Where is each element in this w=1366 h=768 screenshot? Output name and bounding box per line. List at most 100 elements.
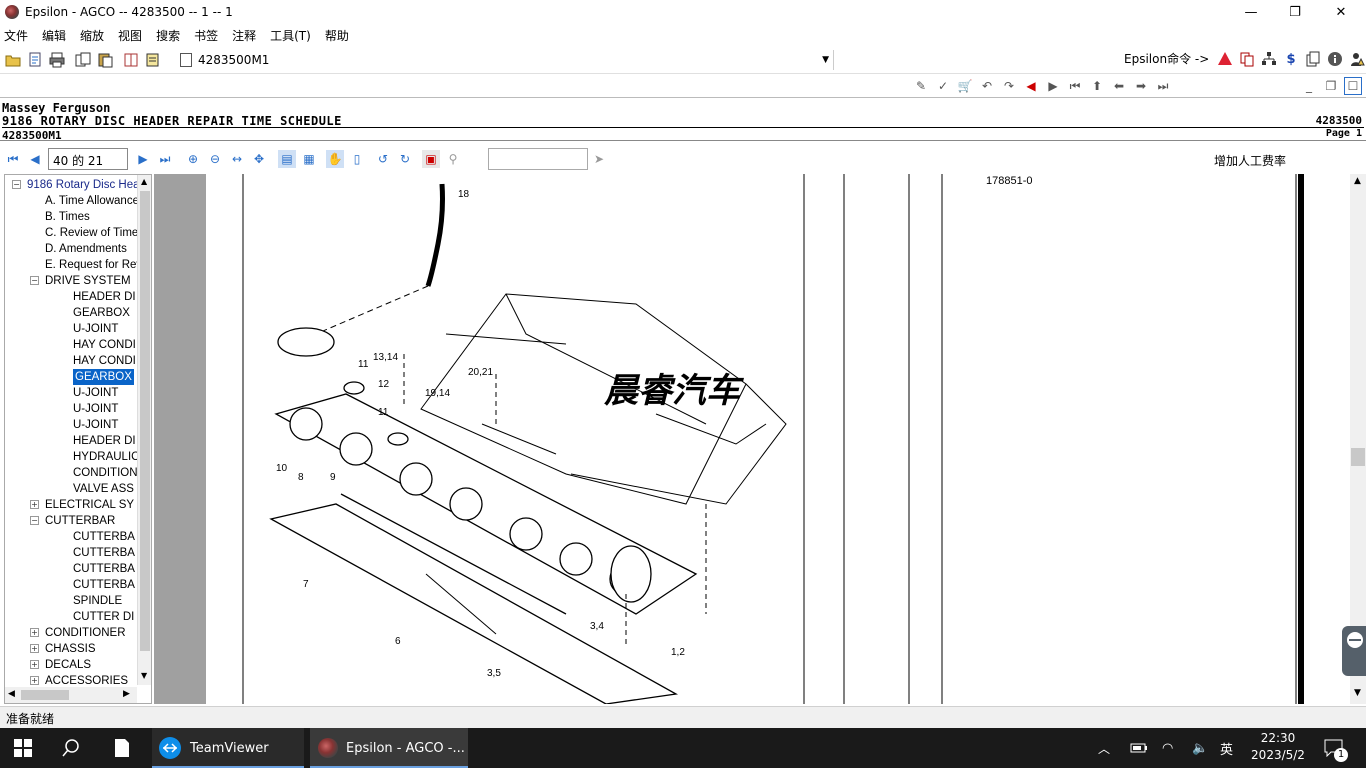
notes-icon[interactable] — [144, 51, 162, 69]
tree-item[interactable]: GEARBOX — [73, 305, 130, 321]
forward-history-icon[interactable]: ↷ — [1000, 77, 1018, 95]
pages-icon[interactable] — [1238, 50, 1256, 68]
tree-item[interactable]: CUTTERBAR — [45, 513, 115, 529]
tree-vscroll-thumb[interactable] — [140, 191, 150, 651]
menu-tools[interactable]: 工具(T) — [270, 27, 311, 44]
volume-icon[interactable]: 🔈 — [1192, 728, 1208, 768]
menu-annotations[interactable]: 注释 — [232, 27, 256, 44]
next-icon[interactable]: ▶ — [1044, 77, 1062, 95]
tree-item[interactable]: CUTTERBA — [73, 529, 135, 545]
viewer-vscroll-thumb[interactable] — [1351, 448, 1365, 466]
check-icon[interactable]: ✓ — [934, 77, 952, 95]
thumbnails-icon[interactable]: ▦ — [300, 150, 318, 168]
menu-view[interactable]: 视图 — [118, 27, 142, 44]
tree-item[interactable]: CUTTERBA — [73, 561, 135, 577]
back-history-icon[interactable]: ↶ — [978, 77, 996, 95]
user-warning-icon[interactable] — [1348, 50, 1366, 68]
search-input[interactable] — [488, 148, 588, 170]
tree-hscroll-thumb[interactable] — [21, 690, 69, 700]
tree-horizontal-scrollbar[interactable]: ◀ ▶ — [5, 687, 137, 703]
menu-zoom[interactable]: 缩放 — [80, 27, 104, 44]
scroll-left-icon[interactable]: ◀ — [8, 689, 15, 699]
tree-item[interactable]: C. Review of Time — [45, 225, 138, 241]
system-clock[interactable]: 22:30 2023/5/2 — [1246, 730, 1310, 764]
paste-icon[interactable] — [96, 51, 114, 69]
tree-expander-28[interactable]: + — [30, 628, 39, 637]
first-icon[interactable]: ⏮ — [1066, 77, 1084, 95]
tree-item[interactable]: DECALS — [45, 657, 91, 673]
scroll-right-icon[interactable]: ▶ — [123, 689, 130, 699]
tree-item[interactable]: CONDITION — [73, 465, 138, 481]
tree-expander-29[interactable]: + — [30, 644, 39, 653]
document-selector[interactable]: 4283500M1 ▼ — [176, 50, 834, 70]
tree-expander-21[interactable]: − — [30, 516, 39, 525]
tree-item[interactable]: HAY CONDI — [73, 353, 136, 369]
find-icon[interactable]: ⚲ — [444, 150, 462, 168]
viewer-vertical-scrollbar[interactable]: ▲ ▼ — [1350, 174, 1366, 704]
menu-edit[interactable]: 编辑 — [42, 27, 66, 44]
tree-item[interactable]: VALVE ASS — [73, 481, 134, 497]
edit-note-icon[interactable]: ✎ — [912, 77, 930, 95]
tree-item[interactable]: HYDRAULIC — [73, 449, 139, 465]
taskbar-teamviewer[interactable]: TeamViewer — [152, 728, 304, 768]
start-icon[interactable] — [14, 728, 36, 768]
open-folder-icon[interactable] — [4, 51, 22, 69]
prev-red-icon[interactable]: ◀ — [1022, 77, 1040, 95]
search-go-icon[interactable]: ➤ — [594, 152, 604, 166]
right-icon[interactable]: ➡ — [1132, 77, 1150, 95]
tree-expander-30[interactable]: + — [30, 660, 39, 669]
bookmark-icon[interactable]: ▣ — [422, 150, 440, 168]
tree-item[interactable]: U-JOINT — [73, 401, 118, 417]
tree-expander-6[interactable]: − — [30, 276, 39, 285]
search-icon[interactable] — [62, 728, 84, 768]
minimize-button[interactable]: — — [1228, 0, 1274, 24]
document-viewer[interactable]: 18 13,14 11 12 11 19,14 20,21 10 8 9 7 6… — [154, 174, 1350, 704]
price-icon[interactable]: $ — [1282, 50, 1300, 68]
viewer-scroll-up-icon[interactable]: ▲ — [1354, 176, 1361, 186]
scroll-down-icon[interactable]: ▼ — [141, 671, 147, 680]
menu-file[interactable]: 文件 — [4, 27, 28, 44]
cart-icon[interactable]: 🛒 — [956, 77, 974, 95]
close-button[interactable]: ✕ — [1318, 0, 1364, 24]
viewer-scroll-down-icon[interactable]: ▼ — [1354, 688, 1361, 698]
tree-item[interactable]: E. Request for Rev — [45, 257, 142, 273]
zoom-out-icon[interactable]: ⊖ — [206, 150, 224, 168]
copy-pages-icon[interactable] — [1304, 50, 1322, 68]
prev-page-icon[interactable]: ◀ — [26, 150, 44, 168]
warning-icon[interactable] — [1216, 50, 1234, 68]
last-icon[interactable]: ⏭ — [1154, 77, 1172, 95]
document-icon[interactable] — [26, 51, 44, 69]
tree-item[interactable]: U-JOINT — [73, 417, 118, 433]
tree-item[interactable]: HEADER DI — [73, 433, 136, 449]
teamviewer-side-panel-icon[interactable] — [1342, 626, 1366, 676]
tree-item[interactable]: A. Time Allowance — [45, 193, 139, 209]
up-icon[interactable]: ⬆ — [1088, 77, 1106, 95]
chevron-up-icon[interactable]: ︿ — [1098, 728, 1110, 768]
single-page-icon[interactable]: ▤ — [278, 150, 296, 168]
tree-item[interactable]: U-JOINT — [73, 385, 118, 401]
rotate-right-icon[interactable]: ↻ — [396, 150, 414, 168]
copy-icon[interactable] — [74, 51, 92, 69]
tree-item[interactable]: B. Times — [45, 209, 90, 225]
print-icon[interactable] — [48, 51, 66, 69]
tree-item[interactable]: 9186 Rotary Disc Hea — [27, 177, 140, 193]
menu-bookmarks[interactable]: 书签 — [194, 27, 218, 44]
zoom-in-icon[interactable]: ⊕ — [184, 150, 202, 168]
tree-expander-31[interactable]: + — [30, 676, 39, 685]
next-page-icon[interactable]: ▶ — [134, 150, 152, 168]
scroll-up-icon[interactable]: ▲ — [141, 177, 147, 186]
rotate-left-icon[interactable]: ↺ — [374, 150, 392, 168]
menu-search[interactable]: 搜索 — [156, 27, 180, 44]
tree-item[interactable]: SPINDLE — [73, 593, 122, 609]
tree-item[interactable]: CUTTER DI — [73, 609, 134, 625]
info-icon[interactable] — [1326, 50, 1344, 68]
fit-width-icon[interactable]: ↔ — [228, 150, 246, 168]
restore-view-icon[interactable]: ❐ — [1322, 77, 1340, 95]
left-icon[interactable]: ⬅ — [1110, 77, 1128, 95]
battery-icon[interactable] — [1130, 728, 1148, 768]
hand-tool-icon[interactable]: ✋ — [326, 150, 344, 168]
wifi-icon[interactable]: ◠ — [1162, 728, 1173, 768]
page-number-input[interactable]: 40 的 21 — [48, 148, 128, 170]
hierarchy-icon[interactable] — [1260, 50, 1278, 68]
last-page-icon[interactable]: ⏭ — [156, 150, 174, 168]
